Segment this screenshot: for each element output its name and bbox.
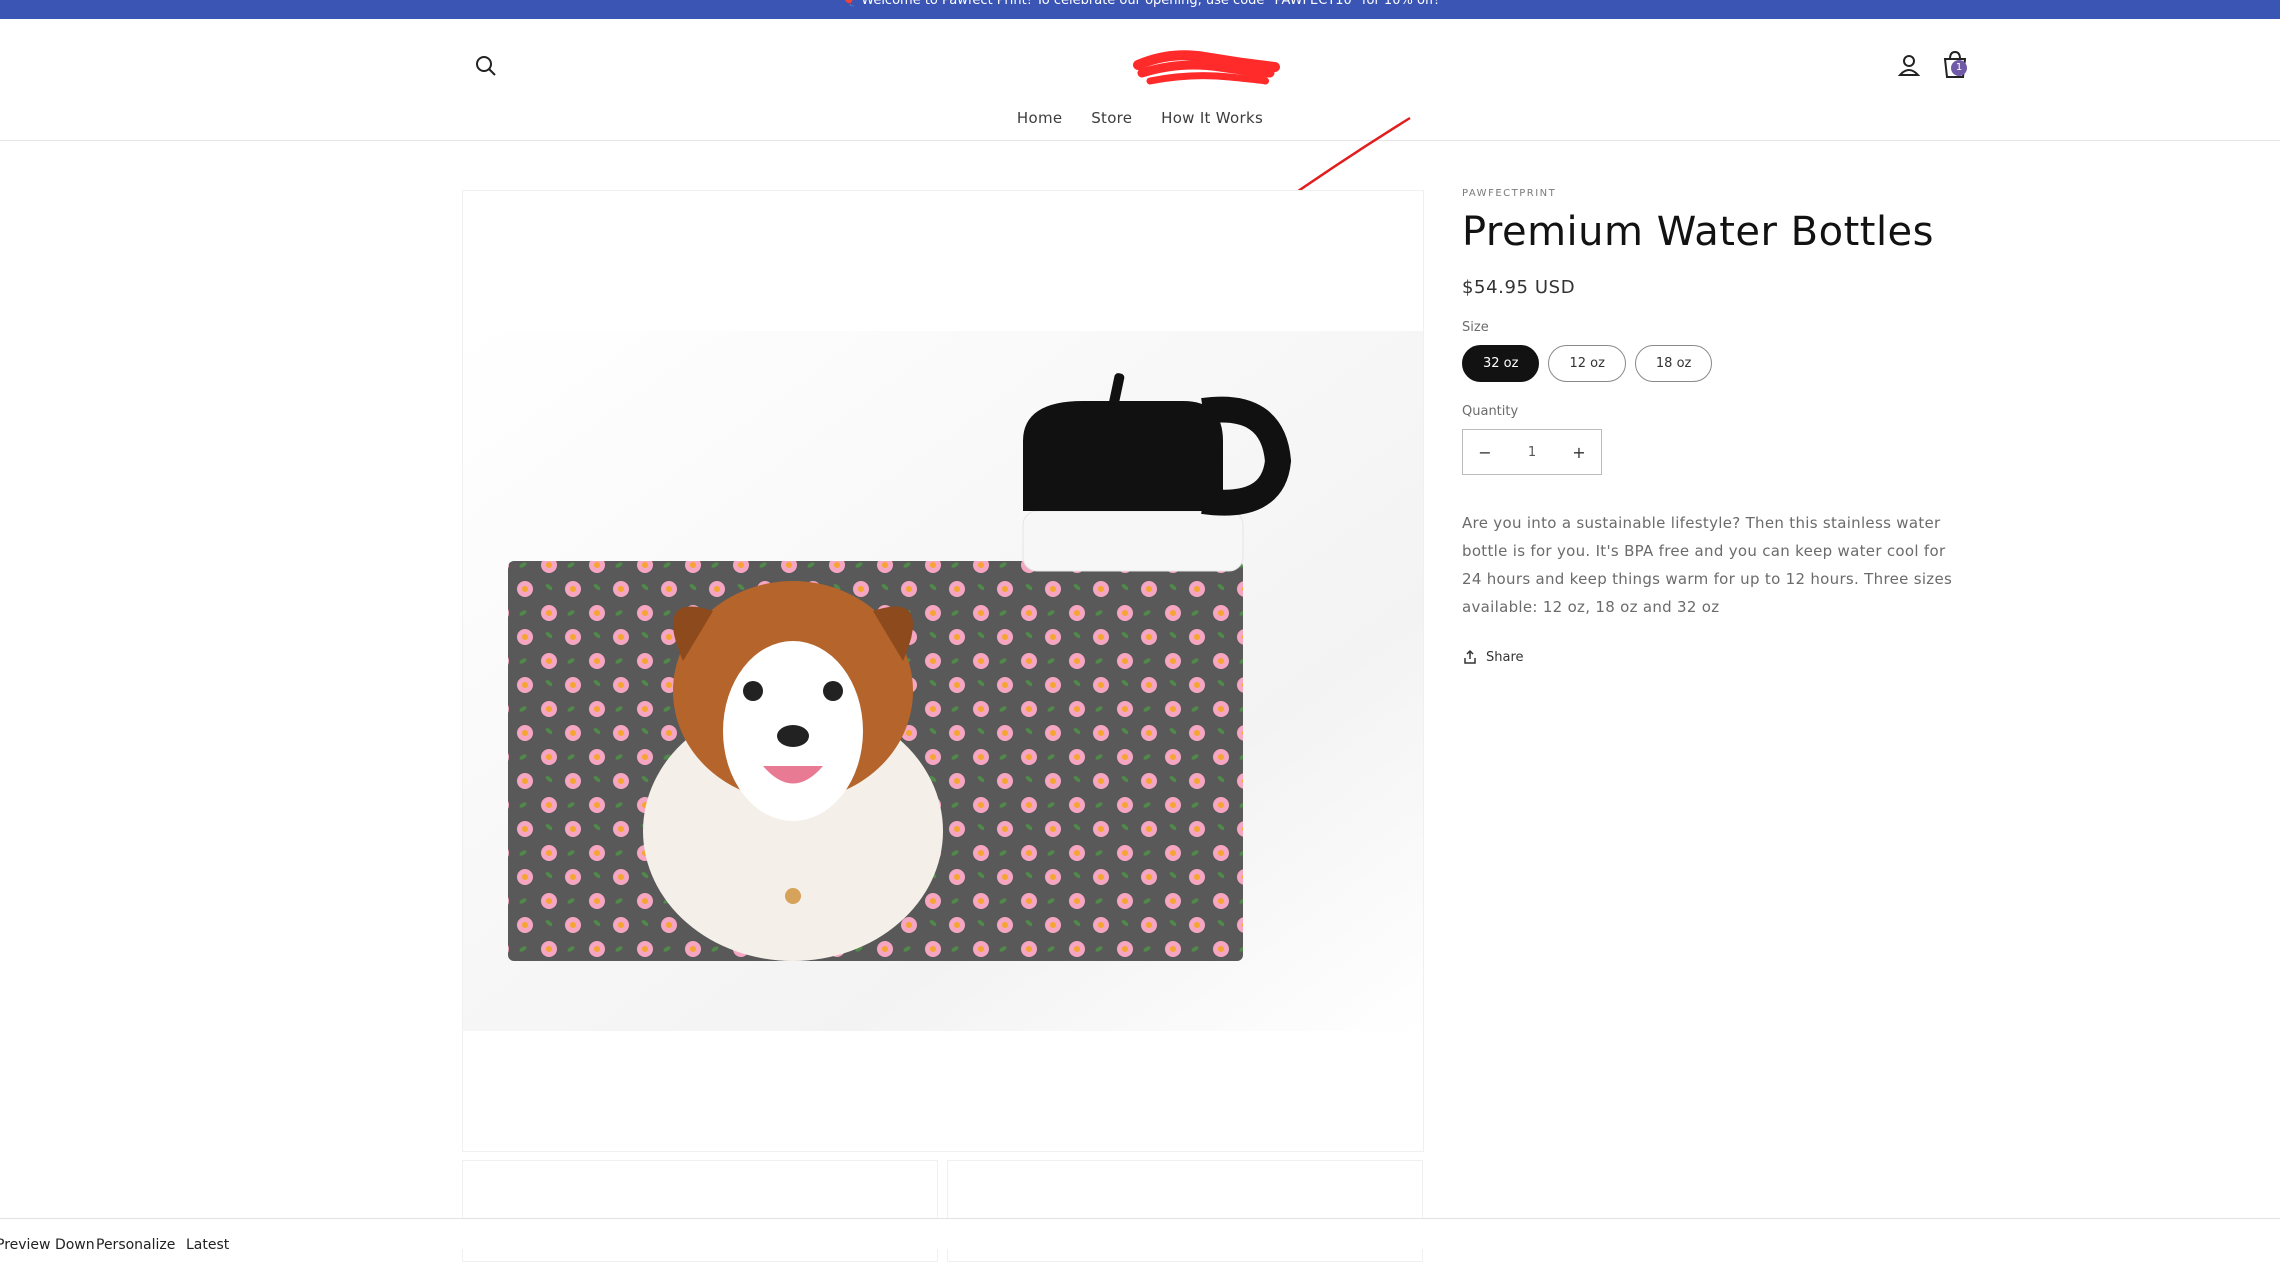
bottom-item-preview[interactable]: Preview Down (0, 1237, 95, 1249)
dog-portrait (643, 581, 943, 961)
product-description: Are you into a sustainable lifestyle? Th… (1462, 514, 1953, 616)
size-option-18oz[interactable]: 18 oz (1634, 345, 1713, 382)
bottom-item-personalize[interactable]: Personalize (96, 1237, 175, 1249)
site-header: 1 Home Store How It Works (0, 19, 2280, 141)
share-label: Share (1486, 649, 1524, 665)
announcement-bar: 🎈 Welcome to Pawfect Print! To celebrate… (0, 0, 2280, 19)
announcement-text: 🎈 Welcome to Pawfect Print! To celebrate… (840, 0, 1440, 8)
bottom-toolbar: Preview Down Personalize Latest (0, 1218, 2280, 1249)
bottom-item-latest[interactable]: Latest (186, 1237, 229, 1249)
product-vendor: PAWFECTPRINT (1462, 188, 1557, 199)
search-icon[interactable] (470, 50, 502, 82)
account-icon[interactable] (1893, 49, 1925, 81)
water-bottle-illustration (463, 331, 1423, 1031)
size-options: 32 oz 12 oz 18 oz (1462, 345, 1962, 382)
quantity-decrement-button[interactable]: − (1463, 443, 1507, 462)
cart-count-badge: 1 (1951, 60, 1967, 76)
quantity-increment-button[interactable]: + (1557, 443, 1601, 462)
quantity-input[interactable]: 1 (1510, 445, 1554, 460)
nav-store[interactable]: Store (1091, 109, 1132, 127)
logo-redacted[interactable] (1130, 43, 1280, 93)
quantity-label: Quantity (1462, 404, 1519, 419)
share-icon (1464, 649, 1476, 664)
size-label: Size (1462, 320, 1489, 335)
share-button[interactable]: Share (1462, 649, 1962, 665)
product-title: Premium Water Bottles (1462, 209, 1935, 255)
product-price: $54.95 USD (1462, 277, 1576, 298)
size-option-12oz[interactable]: 12 oz (1548, 345, 1626, 382)
size-option-32oz[interactable]: 32 oz (1462, 345, 1540, 382)
quantity-stepper: − 1 + (1462, 429, 1602, 475)
product-info: PAWFECTPRINT Premium Water Bottles $54.9… (1462, 188, 1962, 665)
nav-home[interactable]: Home (1017, 109, 1063, 127)
main-nav: Home Store How It Works (0, 109, 2280, 127)
product-image[interactable] (462, 190, 1424, 1152)
